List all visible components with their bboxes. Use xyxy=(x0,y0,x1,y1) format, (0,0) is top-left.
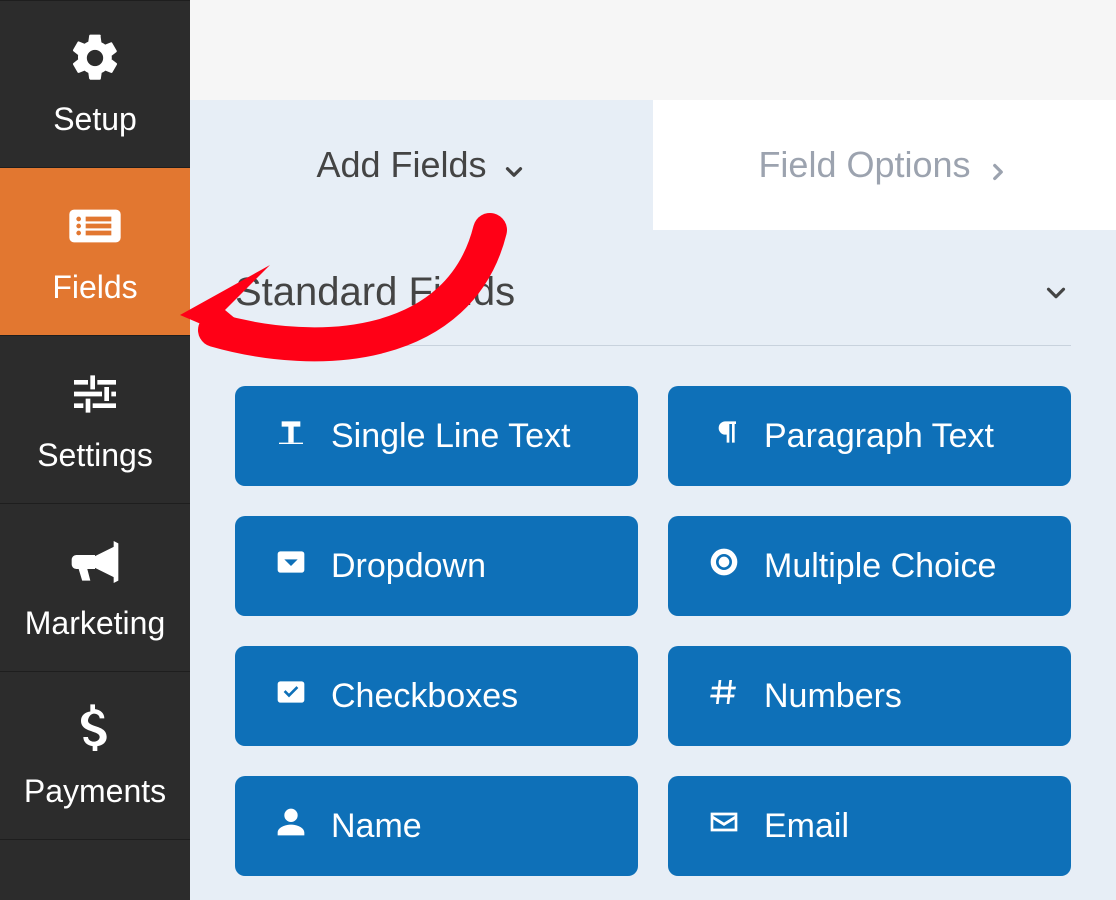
fields-panel: Standard Fields Single Line Text Paragra… xyxy=(190,230,1116,900)
sliders-icon xyxy=(67,366,123,427)
field-label: Name xyxy=(331,807,422,846)
section-title: Standard Fields xyxy=(235,270,515,315)
sidebar-label: Settings xyxy=(37,437,153,474)
sidebar-item-fields[interactable]: Fields xyxy=(0,168,190,336)
bullhorn-icon xyxy=(67,534,123,595)
field-dropdown[interactable]: Dropdown xyxy=(235,516,638,616)
field-label: Dropdown xyxy=(331,547,486,586)
tabs: Add Fields Field Options xyxy=(190,100,1116,230)
sidebar-label: Fields xyxy=(52,269,137,306)
list-icon xyxy=(67,198,123,259)
paragraph-icon xyxy=(708,416,740,457)
sidebar-item-settings[interactable]: Settings xyxy=(0,336,190,504)
sidebar-label: Marketing xyxy=(25,605,166,642)
field-label: Checkboxes xyxy=(331,677,518,716)
field-single-line-text[interactable]: Single Line Text xyxy=(235,386,638,486)
field-label: Multiple Choice xyxy=(764,547,996,586)
tab-add-fields[interactable]: Add Fields xyxy=(190,100,653,230)
checkbox-icon xyxy=(275,676,307,717)
dollar-icon xyxy=(67,702,123,763)
section-standard-fields[interactable]: Standard Fields xyxy=(235,260,1071,346)
chevron-down-icon xyxy=(501,152,527,178)
chevron-down-icon xyxy=(1041,278,1071,308)
field-name[interactable]: Name xyxy=(235,776,638,876)
sidebar-item-marketing[interactable]: Marketing xyxy=(0,504,190,672)
radio-icon xyxy=(708,546,740,587)
user-icon xyxy=(275,806,307,847)
tab-label: Field Options xyxy=(758,144,970,186)
text-icon xyxy=(275,416,307,457)
tab-field-options[interactable]: Field Options xyxy=(653,100,1116,230)
envelope-icon xyxy=(708,806,740,847)
field-label: Email xyxy=(764,807,849,846)
tab-label: Add Fields xyxy=(316,144,486,186)
field-email[interactable]: Email xyxy=(668,776,1071,876)
sidebar-item-setup[interactable]: Setup xyxy=(0,0,190,168)
chevron-right-icon xyxy=(985,152,1011,178)
top-bar xyxy=(190,0,1116,100)
sidebar: Setup Fields Settings Marketing Payments xyxy=(0,0,190,900)
field-numbers[interactable]: Numbers xyxy=(668,646,1071,746)
hash-icon xyxy=(708,676,740,717)
field-label: Paragraph Text xyxy=(764,417,994,456)
dropdown-icon xyxy=(275,546,307,587)
sidebar-label: Setup xyxy=(53,101,137,138)
field-grid: Single Line Text Paragraph Text Dropdown… xyxy=(235,346,1071,876)
gear-icon xyxy=(67,30,123,91)
field-label: Single Line Text xyxy=(331,417,570,456)
sidebar-label: Payments xyxy=(24,773,166,810)
field-multiple-choice[interactable]: Multiple Choice xyxy=(668,516,1071,616)
field-checkboxes[interactable]: Checkboxes xyxy=(235,646,638,746)
app-root: Setup Fields Settings Marketing Payments xyxy=(0,0,1116,900)
field-label: Numbers xyxy=(764,677,902,716)
main-area: Add Fields Field Options Standard Fields xyxy=(190,0,1116,900)
sidebar-item-payments[interactable]: Payments xyxy=(0,672,190,840)
field-paragraph-text[interactable]: Paragraph Text xyxy=(668,386,1071,486)
